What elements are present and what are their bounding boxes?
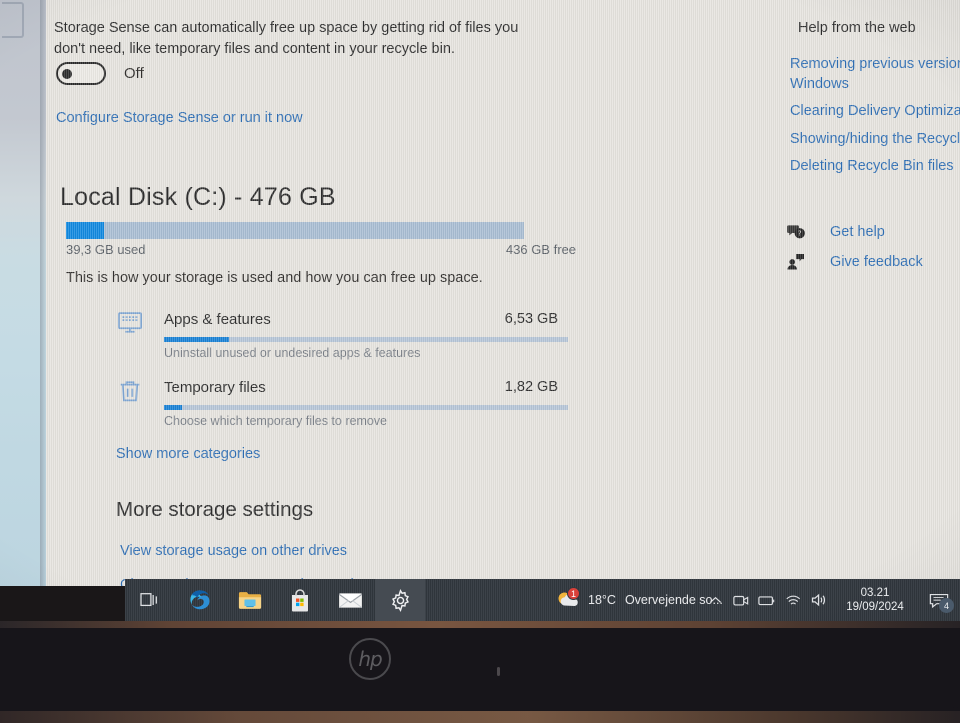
help-bubble-icon: ?: [786, 222, 806, 242]
settings-gear-icon[interactable]: [375, 579, 425, 621]
bezel-hinge-highlight: [0, 621, 960, 628]
help-link-removing-previous-versions[interactable]: Removing previous versions of: [790, 55, 960, 74]
storage-sense-toggle[interactable]: [56, 62, 106, 85]
disk-usage-legend: 39,3 GB used 436 GB free: [66, 242, 576, 257]
storage-sense-toggle-state: Off: [124, 65, 144, 82]
category-description: Choose which temporary files to remove: [164, 414, 388, 428]
clock-time: 03.21: [860, 586, 890, 599]
settings-storage-page: Storage Sense can automatically free up …: [46, 0, 960, 586]
laptop-screen-photo: Storage Sense can automatically free up …: [0, 0, 960, 723]
windows-taskbar: 1 18°C Overvejende so... 03.21 19/09/202…: [125, 579, 960, 621]
disk-usage-subtitle: This is how your storage is used and how…: [66, 270, 483, 286]
storage-sense-description: Storage Sense can automatically free up …: [54, 20, 519, 57]
disk-usage-bar-fill: [66, 222, 104, 239]
help-link-clearing-delivery-optimization[interactable]: Clearing Delivery Optimization cach: [790, 102, 960, 121]
system-tray: 03.21 19/09/2024 4: [702, 579, 960, 621]
monitor-icon: [116, 309, 144, 337]
svg-text:?: ?: [798, 230, 802, 238]
toggle-knob: [62, 68, 72, 79]
category-size: 6,53 GB: [504, 311, 558, 327]
taskbar-clock[interactable]: 03.21 19/09/2024: [832, 579, 918, 621]
view-storage-usage-other-drives-link[interactable]: View storage usage on other drives: [120, 541, 347, 561]
category-bar-fill: [164, 405, 183, 410]
trash-icon: [116, 377, 144, 405]
edge-icon[interactable]: [175, 579, 225, 621]
chevron-up-icon[interactable]: [702, 579, 728, 621]
category-bar: [164, 405, 568, 410]
bezel-lower-highlight: [0, 711, 960, 723]
storage-sense-toggle-row: Off: [56, 62, 144, 85]
category-bar: [164, 337, 568, 342]
disk-free-label: 436 GB free: [505, 242, 576, 257]
action-center-badge: 4: [939, 598, 954, 613]
weather-widget[interactable]: 1 18°C Overvejende so...: [555, 579, 723, 621]
category-row-apps-features[interactable]: Apps & features 6,53 GB Uninstall unused…: [66, 305, 568, 373]
configure-storage-sense-link[interactable]: Configure Storage Sense or run it now: [56, 108, 303, 128]
local-disk-heading: Local Disk (C:) - 476 GB: [60, 183, 336, 211]
volume-icon[interactable]: [806, 579, 832, 621]
category-bar-fill: [164, 337, 229, 342]
wifi-icon[interactable]: [780, 579, 806, 621]
action-center-icon[interactable]: 4: [918, 579, 960, 621]
give-feedback-label: Give feedback: [830, 254, 923, 270]
hp-logo: hp: [349, 638, 391, 680]
task-view-icon[interactable]: [125, 579, 175, 621]
category-row-temporary-files[interactable]: Temporary files 1,82 GB Choose which tem…: [66, 373, 568, 441]
more-storage-settings-heading: More storage settings: [116, 498, 314, 521]
help-from-web-heading: Help from the web: [798, 20, 916, 36]
laptop-bottom-bezel: [0, 621, 960, 723]
weather-notification-badge: 1: [567, 587, 580, 600]
feedback-person-icon: [786, 252, 806, 272]
category-description: Uninstall unused or undesired apps & fea…: [164, 346, 421, 360]
category-name: Temporary files: [164, 379, 266, 396]
disk-usage-bar: [66, 222, 524, 239]
bezel-corner-mark: [2, 2, 24, 38]
clock-date: 19/09/2024: [846, 601, 904, 613]
bezel-indicator-dot: [497, 667, 500, 676]
help-link-showing-hiding-recycle-bin[interactable]: Showing/hiding the Recycle Bin: [790, 130, 960, 149]
get-help-label: Get help: [830, 224, 885, 240]
give-feedback-row[interactable]: Give feedback: [786, 252, 923, 272]
mail-icon[interactable]: [325, 579, 375, 621]
get-help-row[interactable]: ? Get help: [786, 222, 885, 242]
weather-partly-cloudy-icon: 1: [555, 587, 580, 611]
file-explorer-icon[interactable]: [225, 579, 275, 621]
camera-icon[interactable]: [728, 579, 754, 621]
microsoft-store-icon[interactable]: [275, 579, 325, 621]
category-size: 1,82 GB: [504, 379, 558, 395]
battery-icon[interactable]: [754, 579, 780, 621]
help-link-removing-previous-versions-line2[interactable]: Windows: [790, 75, 849, 94]
weather-temperature: 18°C: [588, 593, 616, 607]
category-name: Apps & features: [164, 311, 271, 328]
show-more-categories-link[interactable]: Show more categories: [116, 444, 260, 464]
disk-used-label: 39,3 GB used: [66, 242, 146, 257]
help-link-deleting-recycle-bin-files[interactable]: Deleting Recycle Bin files: [790, 157, 954, 176]
